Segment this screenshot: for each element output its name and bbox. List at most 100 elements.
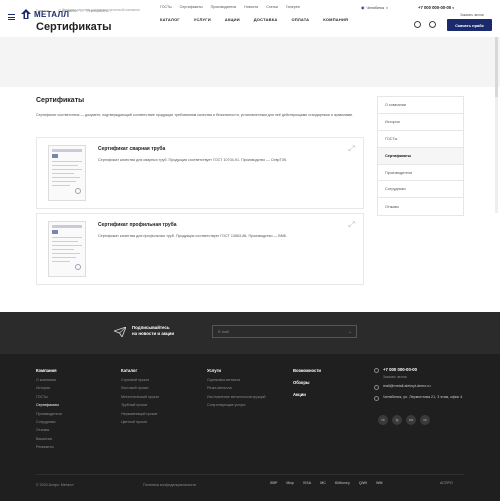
footer-link[interactable]: Резка металла [207,386,266,394]
breadcrumb-current: Сертификаты [86,9,109,13]
nav-payment[interactable]: ОПЛАТА [291,17,309,22]
sidebar-item-employees[interactable]: Сотрудники [378,181,463,199]
top-link[interactable]: ГОСТы [160,5,172,9]
expand-icon[interactable]: ⤢ [348,145,355,153]
yoomoney-icon: ЮMoney [334,481,350,485]
footer-link[interactable]: Вакансии [36,437,62,445]
city-selector[interactable]: ◉ Челябинск ▾ [361,5,388,10]
sidebar-item-reviews[interactable]: Отзывы [378,198,463,215]
account-icon[interactable] [429,21,436,28]
sidebar-item-manufacturers[interactable]: Производители [378,165,463,182]
telegram-icon[interactable]: tg [392,415,402,425]
footer-link[interactable]: Трубный прокат [121,403,159,411]
vk-icon[interactable]: vk [378,415,388,425]
footer-link[interactable]: Отзывы [36,428,62,436]
qiwi-icon: QIWI [358,481,368,485]
nav-sales[interactable]: АКЦИИ [225,17,240,22]
footer-link-features[interactable]: Возможности [293,368,321,373]
scrollbar-thumb[interactable] [495,37,498,97]
footer-link[interactable]: О компании [36,378,62,386]
footer-contacts: +7 000 000-00-00 Заказать звонок mail@me… [374,367,463,406]
certificate-thumbnail[interactable] [48,145,86,201]
nav-delivery[interactable]: ДОСТАВКА [254,17,278,22]
footer-link[interactable]: Изготовление металлоконструкций [207,395,266,403]
footer-link[interactable]: Оцинковка металла [207,378,266,386]
footer-column-company: Компания О компании История ГОСТы Сертиф… [36,368,62,454]
certificate-title[interactable]: Сертификат профильная труба [98,222,177,228]
footer-link[interactable]: История [36,386,62,394]
footer-link[interactable]: Сотрудники [36,420,62,428]
subscribe-text: Подписывайтесь на новости и акции [132,325,174,337]
breadcrumb-separator: — [51,9,56,13]
page-title: Сертификаты [36,21,112,33]
logo-icon [21,9,31,19]
search-icon[interactable] [414,21,421,28]
certificate-card[interactable]: Сертификат сварная труба Сертификат каче… [36,137,364,209]
footer-link[interactable]: Реквизиты [36,445,62,453]
footer-link[interactable]: Цветной прокат [121,420,159,428]
whatsapp-icon[interactable]: wa [406,415,416,425]
footer-link-reviews[interactable]: Обзоры [293,380,309,385]
copyright: © 2024 Аспро: Металл [36,483,74,487]
section-lead: Сертификат соответствия — документ, подт… [36,113,354,117]
footer-link[interactable]: Сопутствующие услуги [207,403,266,411]
top-link[interactable]: Производители [211,5,237,9]
top-link[interactable]: Статьи [266,5,278,9]
sidebar-item-gosts[interactable]: ГОСТы [378,131,463,148]
download-price-button[interactable]: Скачать прайс [447,19,492,31]
footer-link[interactable]: Листовой прокат [121,386,159,394]
footer-column-catalog: Каталог Сортовой прокат Листовой прокат … [121,368,159,428]
location-pin-icon [374,396,379,401]
footer-heading[interactable]: Услуги [207,368,266,373]
footer-link[interactable]: Сортовой прокат [121,378,159,386]
breadcrumb-separator: — [80,9,84,13]
sidebar-item-history[interactable]: История [378,114,463,131]
breadcrumb: Главная — О компании — Сертификаты [36,9,108,13]
footer-link[interactable]: Производители [36,412,62,420]
certificate-thumbnail[interactable] [48,221,86,277]
callback-link[interactable]: Заказать звонок [460,13,484,17]
footer-address: Челябинск, ул. Лермонтова 21, 3 этаж, оф… [383,395,463,399]
top-link[interactable]: Новости [244,5,258,9]
footer-link[interactable]: Сертификаты [36,403,62,411]
nav-company[interactable]: КОМПАНИЯ [323,17,348,22]
footer-phone[interactable]: +7 000 000-00-00 [383,367,417,372]
mastercard-icon: MC [320,481,326,485]
footer-link[interactable]: ГОСТы [36,395,62,403]
email-input[interactable]: E-mail [212,325,357,338]
sidebar-item-certificates[interactable]: Сертификаты [378,147,463,165]
footer-email[interactable]: mail@metall.aleksyt-demo.ru [383,384,431,389]
footer-link-sales[interactable]: Акции [293,392,306,397]
paper-plane-icon [114,327,126,337]
footer-heading[interactable]: Компания [36,368,62,373]
footer-callback[interactable]: Заказать звонок [383,375,463,379]
breadcrumb-about[interactable]: О компании [58,9,77,13]
social-links: vk tg wa ok [378,415,430,425]
menu-burger-icon[interactable] [8,14,15,20]
webmoney-icon: WM [376,481,383,485]
sidebar-item-about[interactable]: О компании [378,97,463,114]
certificate-title[interactable]: Сертификат сварная труба [98,146,165,152]
mir-icon: Мир [286,481,294,485]
footer-column-services: Услуги Оцинковка металла Резка металла И… [207,368,266,412]
developer-logo[interactable]: АСПРО [440,481,453,485]
expand-icon[interactable]: ⤢ [348,221,355,229]
top-link[interactable]: Сертификаты [180,5,203,9]
odnoklassniki-icon[interactable]: ok [420,415,430,425]
phone-number: +7 000 000-00-00 [418,5,452,10]
footer-heading[interactable]: Каталог [121,368,159,373]
header-phone[interactable]: +7 000 000-00-00 ▾ [418,5,454,10]
subscribe-line: на новости и акции [132,331,175,336]
privacy-policy-link[interactable]: Политика конфиденциальности [143,483,196,487]
breadcrumb-home[interactable]: Главная [36,9,49,13]
top-link[interactable]: Галерея [286,5,300,9]
footer-link[interactable]: Металлический прокат [121,395,159,403]
nav-services[interactable]: УСЛУГИ [194,17,211,22]
nav-catalog[interactable]: КАТАЛОГ [160,17,180,22]
submit-arrow-icon[interactable]: → [347,329,352,335]
chevron-down-icon: ▾ [386,5,388,10]
city-name: Челябинск [366,5,385,10]
footer-link[interactable]: Нержавеющий прокат [121,412,159,420]
mail-icon [374,385,379,390]
certificate-card[interactable]: Сертификат профильная труба Сертификат к… [36,213,364,285]
